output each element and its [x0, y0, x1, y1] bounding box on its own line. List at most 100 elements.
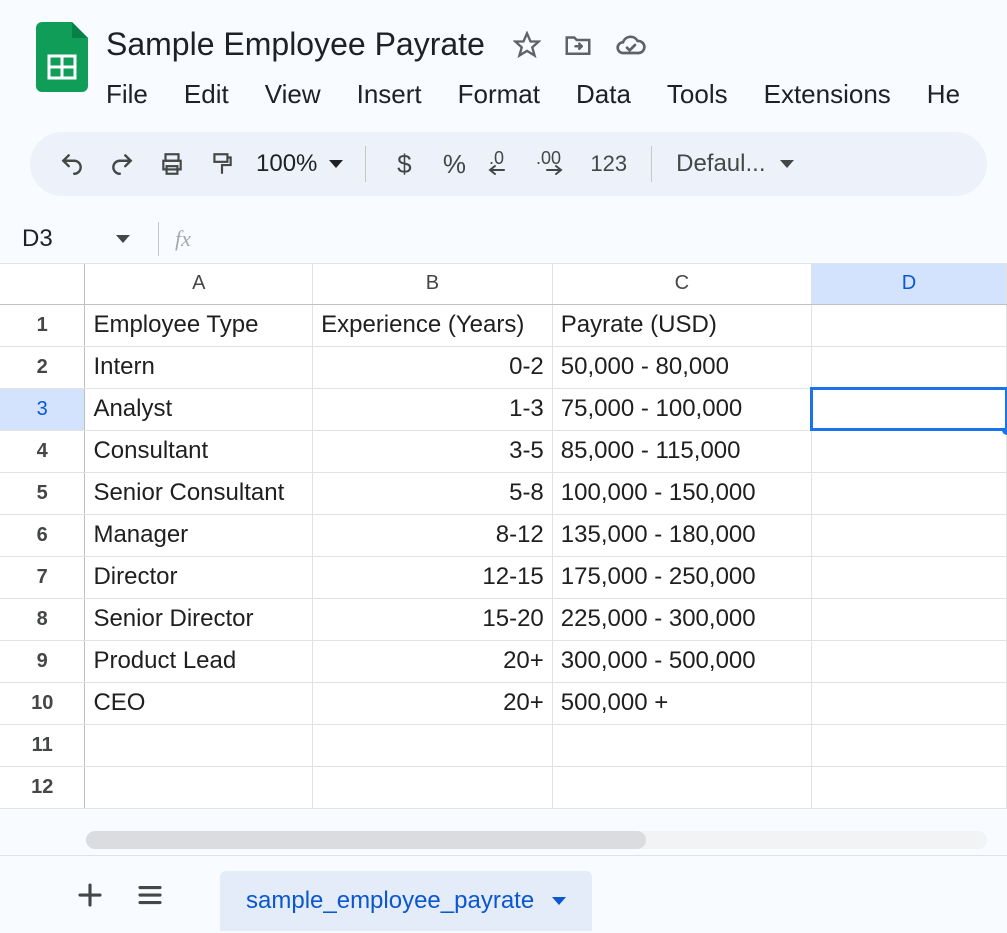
- menu-data[interactable]: Data: [558, 75, 649, 114]
- horizontal-scrollbar[interactable]: [86, 831, 987, 849]
- cell-D4[interactable]: [811, 430, 1006, 472]
- scrollbar-thumb[interactable]: [86, 831, 646, 849]
- menu-help[interactable]: He: [909, 75, 978, 114]
- column-header-C[interactable]: C: [552, 264, 811, 304]
- column-header-A[interactable]: A: [85, 264, 313, 304]
- redo-icon[interactable]: [100, 142, 144, 186]
- cell-C2[interactable]: 50,000 - 80,000: [552, 346, 811, 388]
- cell-A11[interactable]: [85, 724, 313, 766]
- column-header-D[interactable]: D: [811, 264, 1006, 304]
- row-header-4[interactable]: 4: [0, 430, 85, 472]
- cell-B2[interactable]: 0-2: [313, 346, 553, 388]
- cell-A9[interactable]: Product Lead: [85, 640, 313, 682]
- paint-format-icon[interactable]: [200, 142, 244, 186]
- font-dropdown[interactable]: Defaul...: [668, 150, 801, 178]
- sheet-tab-active[interactable]: sample_employee_payrate: [220, 871, 592, 931]
- row-header-6[interactable]: 6: [0, 514, 85, 556]
- cell-D1[interactable]: [811, 304, 1006, 346]
- row-header-11[interactable]: 11: [0, 724, 85, 766]
- cell-D7[interactable]: [811, 556, 1006, 598]
- cell-B5[interactable]: 5-8: [313, 472, 553, 514]
- cell-A4[interactable]: Consultant: [85, 430, 313, 472]
- cell-D2[interactable]: [811, 346, 1006, 388]
- add-sheet-button[interactable]: [60, 865, 120, 925]
- name-box[interactable]: D3: [18, 225, 138, 253]
- row-header-10[interactable]: 10: [0, 682, 85, 724]
- cell-C12[interactable]: [552, 766, 811, 808]
- print-icon[interactable]: [150, 142, 194, 186]
- menu-file[interactable]: File: [100, 75, 166, 114]
- cell-D8[interactable]: [811, 598, 1006, 640]
- row-header-1[interactable]: 1: [0, 304, 85, 346]
- cell-C3[interactable]: 75,000 - 100,000: [552, 388, 811, 430]
- cell-D12[interactable]: [811, 766, 1006, 808]
- number-format-button[interactable]: 123: [582, 142, 635, 186]
- cell-C7[interactable]: 175,000 - 250,000: [552, 556, 811, 598]
- percent-button[interactable]: %: [432, 142, 476, 186]
- sheets-logo-icon[interactable]: [36, 22, 88, 92]
- menu-edit[interactable]: Edit: [166, 75, 247, 114]
- cell-D10[interactable]: [811, 682, 1006, 724]
- menu-tools[interactable]: Tools: [649, 75, 746, 114]
- row-header-3[interactable]: 3: [0, 388, 85, 430]
- cloud-status-icon[interactable]: [615, 29, 647, 61]
- cell-C5[interactable]: 100,000 - 150,000: [552, 472, 811, 514]
- cell-C4[interactable]: 85,000 - 115,000: [552, 430, 811, 472]
- cell-D3[interactable]: [811, 388, 1006, 430]
- cell-A2[interactable]: Intern: [85, 346, 313, 388]
- all-sheets-button[interactable]: [120, 865, 180, 925]
- row-header-8[interactable]: 8: [0, 598, 85, 640]
- spreadsheet-grid[interactable]: ABCD 1Employee TypeExperience (Years)Payr…: [0, 264, 1007, 809]
- cell-B1[interactable]: Experience (Years): [313, 304, 553, 346]
- cell-A5[interactable]: Senior Consultant: [85, 472, 313, 514]
- menu-extensions[interactable]: Extensions: [746, 75, 909, 114]
- cell-B3[interactable]: 1-3: [313, 388, 553, 430]
- menu-format[interactable]: Format: [440, 75, 558, 114]
- cell-A10[interactable]: CEO: [85, 682, 313, 724]
- cell-A12[interactable]: [85, 766, 313, 808]
- cell-D6[interactable]: [811, 514, 1006, 556]
- font-label: Defaul...: [676, 150, 765, 178]
- column-header-B[interactable]: B: [313, 264, 553, 304]
- cell-B11[interactable]: [313, 724, 553, 766]
- cell-D11[interactable]: [811, 724, 1006, 766]
- undo-icon[interactable]: [50, 142, 94, 186]
- zoom-dropdown[interactable]: 100%: [250, 150, 349, 178]
- fx-divider: [158, 222, 159, 256]
- cell-C10[interactable]: 500,000 +: [552, 682, 811, 724]
- cell-C9[interactable]: 300,000 - 500,000: [552, 640, 811, 682]
- row-header-2[interactable]: 2: [0, 346, 85, 388]
- cell-A7[interactable]: Director: [85, 556, 313, 598]
- row-header-5[interactable]: 5: [0, 472, 85, 514]
- cell-A6[interactable]: Manager: [85, 514, 313, 556]
- cell-C1[interactable]: Payrate (USD): [552, 304, 811, 346]
- menu-view[interactable]: View: [247, 75, 339, 114]
- row-header-7[interactable]: 7: [0, 556, 85, 598]
- menu-insert[interactable]: Insert: [339, 75, 440, 114]
- cell-D5[interactable]: [811, 472, 1006, 514]
- cell-B10[interactable]: 20+: [313, 682, 553, 724]
- fx-icon: fx: [175, 226, 191, 252]
- document-title[interactable]: Sample Employee Payrate: [100, 26, 491, 63]
- cell-D9[interactable]: [811, 640, 1006, 682]
- cell-B7[interactable]: 12-15: [313, 556, 553, 598]
- cell-A3[interactable]: Analyst: [85, 388, 313, 430]
- decrease-decimal-icon[interactable]: .0: [482, 142, 526, 186]
- cell-B8[interactable]: 15-20: [313, 598, 553, 640]
- cell-A1[interactable]: Employee Type: [85, 304, 313, 346]
- increase-decimal-icon[interactable]: .00: [532, 142, 576, 186]
- row-header-12[interactable]: 12: [0, 766, 85, 808]
- cell-A8[interactable]: Senior Director: [85, 598, 313, 640]
- cell-C8[interactable]: 225,000 - 300,000: [552, 598, 811, 640]
- cell-B4[interactable]: 3-5: [313, 430, 553, 472]
- row-header-9[interactable]: 9: [0, 640, 85, 682]
- currency-button[interactable]: $: [382, 142, 426, 186]
- cell-B6[interactable]: 8-12: [313, 514, 553, 556]
- cell-C11[interactable]: [552, 724, 811, 766]
- select-all-corner[interactable]: [0, 264, 85, 304]
- cell-B12[interactable]: [313, 766, 553, 808]
- cell-C6[interactable]: 135,000 - 180,000: [552, 514, 811, 556]
- star-icon[interactable]: [513, 31, 541, 59]
- move-folder-icon[interactable]: [563, 30, 593, 60]
- cell-B9[interactable]: 20+: [313, 640, 553, 682]
